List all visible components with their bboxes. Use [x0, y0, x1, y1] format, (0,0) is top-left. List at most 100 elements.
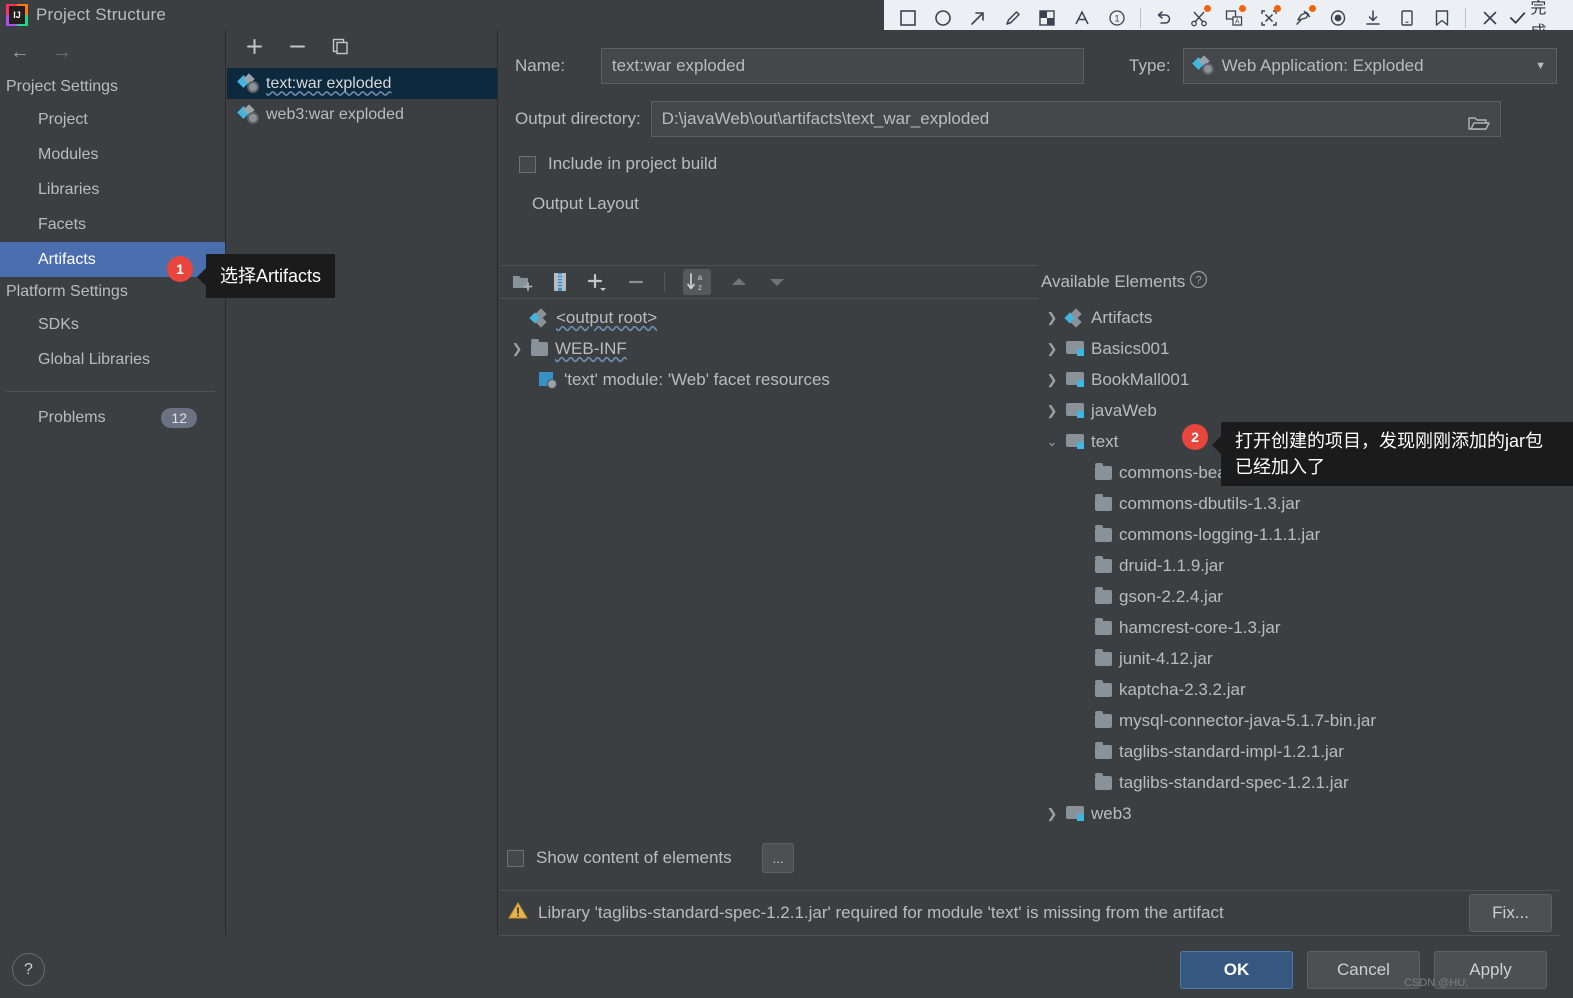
tree-row-label: junit-4.12.jar [1119, 648, 1213, 668]
nav-arrows: ← → [0, 30, 225, 72]
library-icon [1095, 772, 1112, 790]
tree-row[interactable]: commons-logging-1.1.1.jar [1045, 519, 1565, 550]
svg-text:a: a [698, 273, 703, 282]
copy-artifact-button[interactable] [331, 37, 350, 61]
arrow-tool-icon[interactable] [961, 3, 994, 33]
sidebar-item-project[interactable]: Project [0, 102, 225, 137]
add-copy-of-button[interactable] [586, 272, 608, 292]
pencil-tool-icon[interactable] [996, 3, 1029, 33]
settings-sidebar: ← → Project Settings Project Modules Lib… [0, 30, 226, 935]
ellipse-tool-icon[interactable] [927, 3, 960, 33]
tree-row[interactable]: ❯ Basics001 [1045, 333, 1565, 364]
rectangle-tool-icon[interactable] [892, 3, 925, 33]
undo-tool-icon[interactable] [1148, 3, 1181, 33]
show-content-of-elements-checkbox[interactable] [507, 849, 524, 867]
tree-row[interactable]: kaptcha-2.3.2.jar [1045, 674, 1565, 705]
ocr-frame-tool-icon[interactable] [1252, 3, 1285, 33]
svg-text:A: A [1235, 19, 1240, 26]
tree-row-label: taglibs-standard-impl-1.2.1.jar [1119, 741, 1344, 761]
pushpin-tool-icon[interactable] [1287, 3, 1320, 33]
toolbar-divider [664, 272, 665, 292]
tree-row[interactable]: ❯ BookMall001 [1045, 364, 1565, 395]
artifact-list-item[interactable]: text:war exploded [227, 68, 497, 99]
browse-folder-icon[interactable] [1467, 110, 1490, 144]
bookmark-tool-icon[interactable] [1426, 3, 1459, 33]
ok-button[interactable]: OK [1180, 951, 1293, 989]
output-layout-tree[interactable]: <output root> ❯ WEB-INF 'text' module: '… [506, 302, 1026, 395]
tree-twisty-collapsed[interactable]: ❯ [1045, 372, 1059, 388]
output-directory-input[interactable]: D:\javaWeb\out\artifacts\text_war_explod… [650, 101, 1501, 137]
tree-row-label: mysql-connector-java-5.1.7-bin.jar [1119, 710, 1376, 730]
artifact-type-select[interactable]: Web Application: Exploded ▼ [1182, 48, 1557, 84]
tree-row[interactable]: ❯ WEB-INF [506, 333, 1026, 364]
text-tool-icon[interactable] [1066, 3, 1099, 33]
add-artifact-button[interactable] [245, 37, 264, 61]
help-icon[interactable]: ? [1189, 270, 1208, 294]
record-tool-icon[interactable] [1322, 3, 1355, 33]
help-button[interactable]: ? [12, 953, 45, 986]
tree-row[interactable]: mysql-connector-java-5.1.7-bin.jar [1045, 705, 1565, 736]
scissors-tool-icon[interactable] [1183, 3, 1216, 33]
tree-row[interactable]: junit-4.12.jar [1045, 643, 1565, 674]
tree-twisty-collapsed[interactable]: ❯ [1045, 806, 1059, 822]
create-archive-button[interactable] [552, 272, 568, 292]
tree-row[interactable]: commons-dbutils-1.3.jar [1045, 488, 1565, 519]
sidebar-item-problems[interactable]: Problems 12 [0, 392, 225, 428]
translate-tool-icon[interactable]: A [1217, 3, 1250, 33]
tree-twisty-collapsed[interactable]: ❯ [1045, 310, 1059, 326]
tree-row[interactable]: ❯ web3 [1045, 798, 1565, 829]
tree-row[interactable]: 'text' module: 'Web' facet resources [506, 364, 1026, 395]
sidebar-item-sdks[interactable]: SDKs [0, 307, 225, 342]
tree-row[interactable]: hamcrest-core-1.3.jar [1045, 612, 1565, 643]
artifact-name-input[interactable]: text:war exploded [600, 48, 1085, 84]
library-icon [1095, 617, 1112, 635]
show-content-of-elements-row[interactable]: Show content of elements ... [507, 843, 795, 873]
forward-arrow-icon[interactable]: → [52, 42, 72, 62]
tree-row[interactable]: gson-2.2.4.jar [1045, 581, 1565, 612]
include-in-project-build-row[interactable]: Include in project build [519, 154, 1573, 174]
sidebar-item-global-libraries[interactable]: Global Libraries [0, 342, 225, 377]
create-directory-button[interactable] [512, 273, 534, 291]
tree-row[interactable]: taglibs-standard-impl-1.2.1.jar [1045, 736, 1565, 767]
include-in-project-build-checkbox[interactable] [519, 155, 536, 173]
toolbar-divider [1140, 8, 1141, 28]
back-arrow-icon[interactable]: ← [10, 42, 30, 62]
tree-row[interactable]: druid-1.1.9.jar [1045, 550, 1565, 581]
tree-row[interactable]: <output root> [506, 302, 1026, 333]
tree-twisty-collapsed[interactable]: ❯ [1045, 403, 1059, 419]
remove-artifact-button[interactable] [288, 37, 307, 61]
annotation-callout-2: 打开创建的项目，发现刚刚添加的jar包已经加入了 [1212, 422, 1573, 486]
tree-twisty-expanded[interactable]: ⌄ [1045, 434, 1059, 450]
move-up-button[interactable] [729, 275, 749, 289]
sidebar-item-facets[interactable]: Facets [0, 207, 225, 242]
close-icon[interactable] [1473, 3, 1506, 33]
number-marker-tool-icon[interactable]: 1 [1100, 3, 1133, 33]
sort-alphabetically-button[interactable]: az [683, 269, 711, 295]
library-icon [1095, 524, 1112, 542]
tree-row-label: <output root> [556, 307, 658, 327]
tree-row[interactable]: taglibs-standard-spec-1.2.1.jar [1045, 767, 1565, 798]
available-elements-tree[interactable]: ❯ Artifacts ❯ Basics001 ❯ BookMall001 ❯ javaWeb… [1045, 302, 1565, 829]
download-tool-icon[interactable] [1356, 3, 1389, 33]
include-in-project-build-label: Include in project build [548, 154, 718, 173]
fix-button[interactable]: Fix... [1469, 894, 1552, 932]
library-icon [1095, 493, 1112, 511]
library-icon [1095, 462, 1112, 480]
tree-row-label: commons-dbutils-1.3.jar [1119, 493, 1301, 513]
mosaic-tool-icon[interactable] [1031, 3, 1064, 33]
artifact-list-item[interactable]: web3:war exploded [227, 99, 497, 130]
phone-save-tool-icon[interactable] [1391, 3, 1424, 33]
library-icon [1095, 586, 1112, 604]
tree-row[interactable]: ❯ Artifacts [1045, 302, 1565, 333]
intellij-idea-logo-icon: IJ [6, 4, 28, 26]
war-artifact-icon [237, 72, 259, 93]
tree-twisty-collapsed[interactable]: ❯ [1045, 341, 1059, 357]
remove-element-button[interactable] [626, 272, 646, 292]
tree-twisty-collapsed[interactable]: ❯ [510, 341, 524, 357]
sidebar-item-modules[interactable]: Modules [0, 137, 225, 172]
move-down-button[interactable] [767, 275, 787, 289]
ellipsis-button[interactable]: ... [761, 843, 795, 873]
sidebar-item-libraries[interactable]: Libraries [0, 172, 225, 207]
annotation-callout-2-text: 打开创建的项目，发现刚刚添加的jar包已经加入了 [1235, 431, 1544, 477]
chevron-down-icon: ▼ [1535, 60, 1546, 72]
